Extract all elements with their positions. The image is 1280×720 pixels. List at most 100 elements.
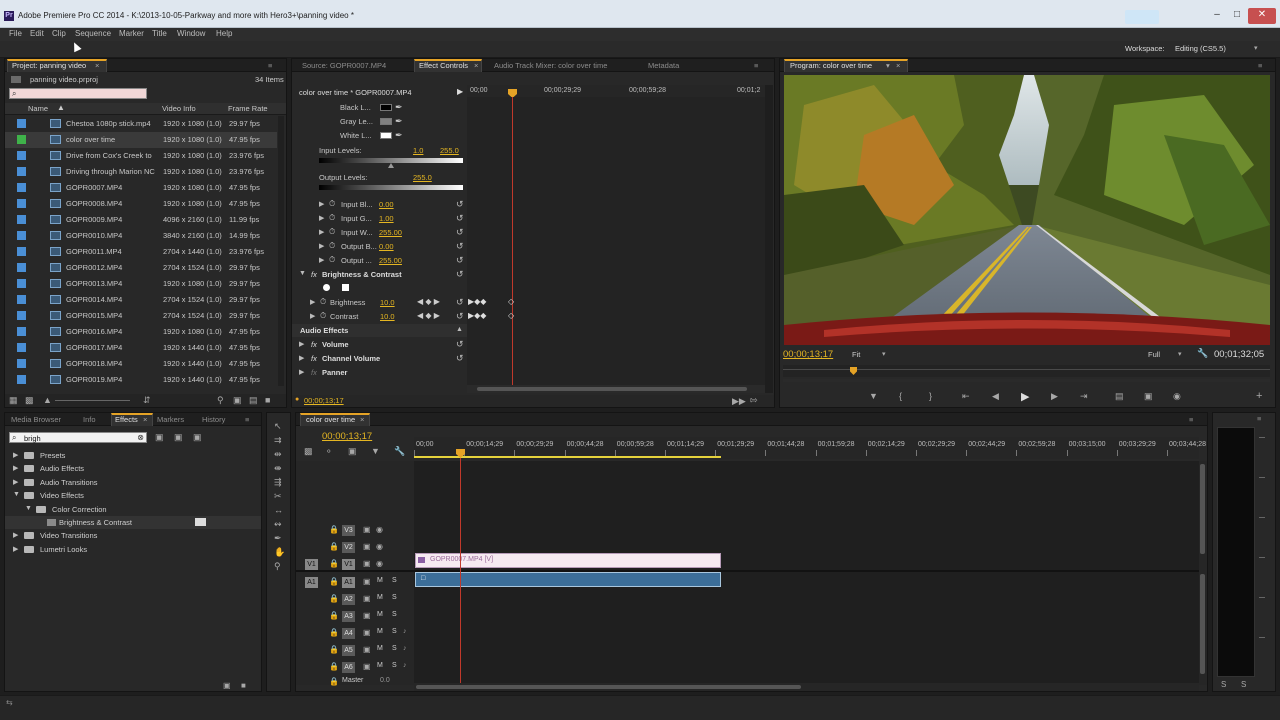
sync-lock-icon[interactable]: ▣ bbox=[363, 662, 371, 671]
reset-icon[interactable]: ↺ bbox=[456, 241, 464, 252]
collapse-triangle-icon[interactable]: ▼ bbox=[13, 491, 20, 498]
param-value[interactable]: 255.00 bbox=[379, 256, 402, 265]
icon-view-icon[interactable]: ▩ bbox=[25, 395, 34, 406]
tab-effects[interactable]: Effects bbox=[115, 415, 138, 424]
track-label[interactable]: A1 bbox=[342, 577, 355, 588]
stopwatch-icon[interactable]: ⏱ bbox=[329, 227, 335, 237]
sync-lock-icon[interactable]: ▣ bbox=[363, 594, 371, 603]
scroll-thumb[interactable] bbox=[1200, 464, 1205, 554]
expand-triangle-icon[interactable]: ▶ bbox=[319, 200, 324, 208]
track-label[interactable]: V2 bbox=[342, 542, 355, 553]
program-video-frame[interactable] bbox=[784, 75, 1270, 345]
collapse-triangle-icon[interactable]: ▼ bbox=[25, 505, 32, 512]
panel-menu-icon[interactable]: ≡ bbox=[268, 61, 272, 70]
project-item[interactable]: GOPR0008.MP4 1920 x 1080 (1.0) 47.95 fps bbox=[5, 196, 277, 212]
mute-button[interactable]: M bbox=[377, 577, 383, 584]
tab-audio-track-mixer[interactable]: Audio Track Mixer: color over time bbox=[494, 61, 607, 70]
label-color-swatch[interactable] bbox=[17, 263, 26, 272]
label-color-swatch[interactable] bbox=[17, 327, 26, 336]
label-color-swatch[interactable] bbox=[17, 167, 26, 176]
label-color-swatch[interactable] bbox=[17, 295, 26, 304]
panel-menu-icon[interactable]: ≡ bbox=[1258, 61, 1262, 70]
project-item[interactable]: GOPR0007.MP4 1920 x 1080 (1.0) 47.95 fps bbox=[5, 180, 277, 196]
selection-tool-icon[interactable]: ↖ bbox=[274, 421, 282, 432]
effects-tree-item[interactable]: ▶ Audio Effects bbox=[5, 462, 261, 475]
output-levels-gradient[interactable] bbox=[319, 185, 463, 190]
extract-icon[interactable]: ▣ bbox=[1144, 391, 1153, 402]
source-patch-a1[interactable]: A1 bbox=[305, 577, 318, 588]
solo-button[interactable]: S bbox=[392, 594, 397, 601]
razor-tool-icon[interactable]: ✂ bbox=[274, 491, 282, 502]
timeline-horizontal-scroll[interactable] bbox=[414, 683, 1199, 691]
ellipse-mask-icon[interactable] bbox=[323, 284, 330, 291]
panel-menu-icon[interactable]: ≡ bbox=[1257, 414, 1261, 423]
sort-asc-icon[interactable]: ▲ bbox=[57, 103, 65, 112]
add-marker-icon[interactable]: ▼ bbox=[371, 446, 380, 456]
expand-triangle-icon[interactable]: ▶ bbox=[299, 340, 304, 348]
project-scrollbar[interactable] bbox=[278, 116, 284, 386]
tab-program[interactable]: Program: color over time bbox=[790, 61, 872, 70]
reset-icon[interactable]: ↺ bbox=[456, 213, 464, 224]
mark-out-icon[interactable]: } bbox=[929, 391, 932, 401]
collapse-triangle-icon[interactable]: ▼ bbox=[299, 270, 306, 277]
project-item[interactable]: Driving through Marion NC 1920 x 1080 (1.… bbox=[5, 164, 277, 180]
effects-tree-item[interactable]: ▶ Audio Transitions bbox=[5, 476, 261, 489]
sync-lock-icon[interactable]: ▣ bbox=[363, 525, 371, 534]
program-zoom-bar[interactable] bbox=[783, 379, 1270, 382]
source-patch-v1[interactable]: V1 bbox=[305, 559, 318, 570]
solo-button[interactable]: S bbox=[392, 662, 397, 669]
expand-triangle-icon[interactable]: ▶ bbox=[13, 478, 18, 486]
step-back-icon[interactable]: ◀ bbox=[992, 391, 999, 402]
stopwatch-icon[interactable]: ⏱ bbox=[329, 213, 335, 223]
project-item[interactable]: GOPR0014.MP4 2704 x 1524 (1.0) 29.97 fps bbox=[5, 292, 277, 308]
hand-tool-icon[interactable]: ✋ bbox=[274, 547, 285, 558]
eye-icon[interactable]: ◉ bbox=[376, 559, 383, 568]
tab-project[interactable]: Project: panning video bbox=[12, 61, 86, 70]
label-color-swatch[interactable] bbox=[17, 119, 26, 128]
expand-triangle-icon[interactable]: ▶ bbox=[299, 354, 304, 362]
stopwatch-icon[interactable]: ⏱ bbox=[329, 241, 335, 251]
track-label[interactable]: A3 bbox=[342, 611, 355, 622]
ec-vertical-scroll[interactable] bbox=[765, 85, 773, 393]
zoom-tool-icon[interactable]: ⚲ bbox=[274, 561, 281, 572]
mute-button[interactable]: M bbox=[377, 628, 383, 635]
zoom-slider-icon[interactable]: ▲ bbox=[43, 395, 52, 405]
menu-clip[interactable]: Clip bbox=[52, 29, 66, 38]
project-item[interactable]: Chestoa 1080p stick.mp4 1920 x 1080 (1.0)… bbox=[5, 116, 277, 132]
solo-left-icon[interactable]: S bbox=[1221, 680, 1226, 689]
fit-select[interactable]: Fit bbox=[852, 350, 860, 359]
reset-icon[interactable]: ↺ bbox=[456, 255, 464, 266]
param-value[interactable]: 1.00 bbox=[379, 214, 394, 223]
tab-close-icon[interactable]: × bbox=[95, 61, 99, 70]
mute-button[interactable]: M bbox=[377, 662, 383, 669]
label-color-swatch[interactable] bbox=[17, 215, 26, 224]
black-swatch[interactable] bbox=[380, 104, 392, 111]
label-color-swatch[interactable] bbox=[17, 311, 26, 320]
mic-icon[interactable]: ♪ bbox=[403, 628, 407, 635]
expand-triangle-icon[interactable]: ▶ bbox=[310, 312, 315, 320]
sync-lock-icon[interactable]: ▣ bbox=[363, 559, 371, 568]
sync-lock-icon[interactable]: ▣ bbox=[363, 611, 371, 620]
tab-close-icon[interactable]: × bbox=[896, 61, 900, 70]
sync-lock-icon[interactable]: ▣ bbox=[363, 628, 371, 637]
maximize-icon[interactable]: □ bbox=[1228, 8, 1246, 24]
slip-tool-icon[interactable]: ↔ bbox=[274, 505, 283, 515]
solo-right-icon[interactable]: S bbox=[1241, 680, 1246, 689]
ec-timecode[interactable]: 00;00;13;17 bbox=[304, 396, 344, 405]
expand-triangle-icon[interactable]: ▶ bbox=[13, 531, 18, 539]
effects-tree-item[interactable]: ▶ Presets bbox=[5, 449, 261, 462]
stopwatch-icon[interactable]: ⏱ bbox=[329, 199, 335, 209]
solo-button[interactable]: S bbox=[392, 645, 397, 652]
timeline-vertical-scroll[interactable] bbox=[1199, 461, 1207, 685]
output-levels-high[interactable]: 255.0 bbox=[413, 173, 432, 182]
lock-icon[interactable]: 🔒 bbox=[329, 677, 339, 686]
expand-triangle-icon[interactable]: ▶ bbox=[299, 368, 304, 376]
label-color-swatch[interactable] bbox=[17, 183, 26, 192]
trash-icon[interactable]: ■ bbox=[265, 395, 270, 405]
project-search-input[interactable]: ⌕ bbox=[9, 88, 147, 99]
ec-horizontal-scroll[interactable] bbox=[467, 385, 765, 393]
expand-triangle-icon[interactable]: ▶ bbox=[13, 545, 18, 553]
label-color-swatch[interactable] bbox=[17, 231, 26, 240]
eye-icon[interactable]: ◉ bbox=[376, 525, 383, 534]
ec-scroll-thumb[interactable] bbox=[477, 387, 747, 391]
